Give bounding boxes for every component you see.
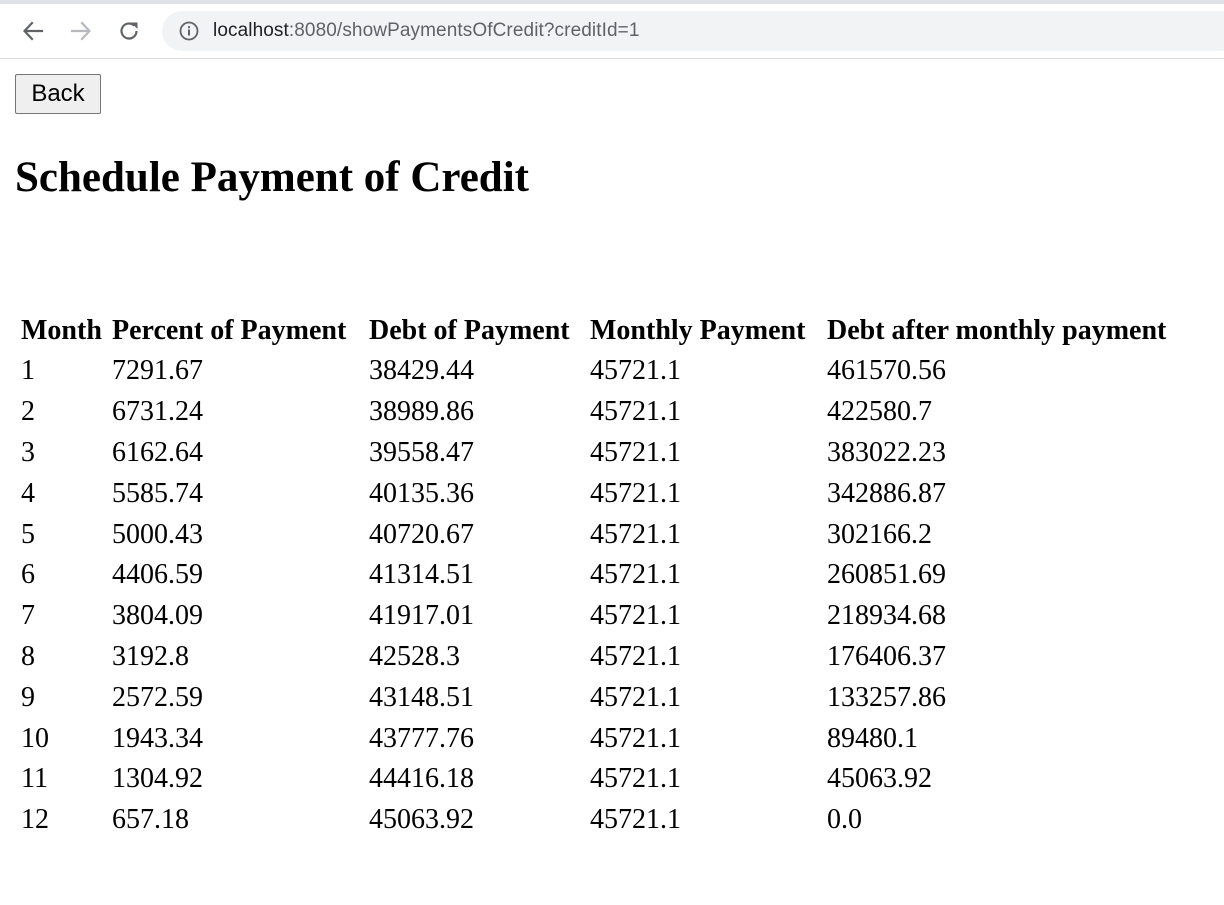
reload-button[interactable] xyxy=(112,14,146,48)
cell-month: 8 xyxy=(21,640,35,672)
info-icon[interactable] xyxy=(179,21,199,41)
cell-percent-of-payment: 1943.34 xyxy=(112,722,203,754)
cell-percent-of-payment: 5000.43 xyxy=(112,518,203,550)
cell-monthly-payment: 45721.1 xyxy=(590,477,681,509)
table-row: 4 5585.74 40135.36 45721.1 342886.87 xyxy=(20,474,1167,513)
header-monthly-payment: Monthly Payment xyxy=(590,315,806,346)
cell-debt-of-payment: 42528.3 xyxy=(369,640,460,672)
arrow-left-icon xyxy=(22,21,44,41)
cell-debt-of-payment: 45063.92 xyxy=(369,804,474,836)
arrow-right-icon xyxy=(70,21,92,41)
table-body: 1 7291.67 38429.44 45721.1 461570.56 2 6731.24… xyxy=(20,352,1167,840)
table-row: 7 3804.09 41917.01 45721.1 218934.68 xyxy=(20,597,1167,636)
cell-monthly-payment: 45721.1 xyxy=(590,559,681,591)
cell-monthly-payment: 45721.1 xyxy=(590,804,681,836)
cell-percent-of-payment: 3804.09 xyxy=(112,600,203,632)
cell-debt-of-payment: 40135.36 xyxy=(369,477,474,509)
cell-debt-of-payment: 38429.44 xyxy=(369,355,474,387)
cell-month: 4 xyxy=(21,477,35,509)
cell-monthly-payment: 45721.1 xyxy=(590,763,681,795)
cell-debt-after-payment: 342886.87 xyxy=(827,477,946,509)
url-path: :8080/showPaymentsOfCredit?creditId=1 xyxy=(288,20,640,41)
cell-debt-after-payment: 461570.56 xyxy=(827,355,946,387)
header-percent-of-payment: Percent of Payment xyxy=(112,315,347,346)
page-content: Back Schedule Payment of Credit Month Pe… xyxy=(0,60,1224,905)
cell-debt-of-payment: 43148.51 xyxy=(369,681,474,713)
cell-debt-of-payment: 39558.47 xyxy=(369,436,474,468)
cell-debt-of-payment: 40720.67 xyxy=(369,518,474,550)
cell-month: 11 xyxy=(21,763,48,795)
cell-month: 7 xyxy=(21,600,35,632)
cell-month: 1 xyxy=(21,355,35,387)
page-title: Schedule Payment of Credit xyxy=(15,154,529,201)
back-button[interactable]: Back xyxy=(15,74,101,114)
cell-monthly-payment: 45721.1 xyxy=(590,600,681,632)
table-row: 9 2572.59 43148.51 45721.1 133257.86 xyxy=(20,678,1167,717)
cell-percent-of-payment: 6731.24 xyxy=(112,396,203,428)
cell-monthly-payment: 45721.1 xyxy=(590,436,681,468)
cell-debt-after-payment: 133257.86 xyxy=(827,681,946,713)
table-row: 11 1304.92 44416.18 45721.1 45063.92 xyxy=(20,760,1167,799)
cell-debt-of-payment: 43777.76 xyxy=(369,722,474,754)
cell-debt-after-payment: 0.0 xyxy=(827,804,862,836)
cell-monthly-payment: 45721.1 xyxy=(590,396,681,428)
cell-debt-after-payment: 422580.7 xyxy=(827,396,932,428)
cell-debt-after-payment: 176406.37 xyxy=(827,640,946,672)
address-bar[interactable]: localhost:8080/showPaymentsOfCredit?cred… xyxy=(162,11,1224,51)
table-row: 3 6162.64 39558.47 45721.1 383022.23 xyxy=(20,434,1167,473)
cell-month: 3 xyxy=(21,436,35,468)
table-row: 5 5000.43 40720.67 45721.1 302166.2 xyxy=(20,515,1167,554)
table-row: 1 7291.67 38429.44 45721.1 461570.56 xyxy=(20,352,1167,391)
cell-month: 9 xyxy=(21,681,35,713)
cell-monthly-payment: 45721.1 xyxy=(590,355,681,387)
forward-nav-button[interactable] xyxy=(64,14,98,48)
cell-debt-after-payment: 260851.69 xyxy=(827,559,946,591)
cell-percent-of-payment: 6162.64 xyxy=(112,436,203,468)
cell-monthly-payment: 45721.1 xyxy=(590,518,681,550)
cell-percent-of-payment: 2572.59 xyxy=(112,681,203,713)
cell-monthly-payment: 45721.1 xyxy=(590,640,681,672)
cell-debt-of-payment: 44416.18 xyxy=(369,763,474,795)
payment-schedule-table: Month Percent of Payment Debt of Payment… xyxy=(18,310,1169,842)
cell-debt-of-payment: 41917.01 xyxy=(369,600,474,632)
table-row: 12 657.18 45063.92 45721.1 0.0 xyxy=(20,801,1167,840)
table-row: 10 1943.34 43777.76 45721.1 89480.1 xyxy=(20,719,1167,758)
table-row: 8 3192.8 42528.3 45721.1 176406.37 xyxy=(20,638,1167,677)
cell-month: 12 xyxy=(21,804,49,836)
cell-percent-of-payment: 1304.92 xyxy=(112,763,203,795)
cell-debt-after-payment: 383022.23 xyxy=(827,436,946,468)
header-month: Month xyxy=(21,315,102,346)
url-text[interactable]: localhost:8080/showPaymentsOfCredit?cred… xyxy=(213,20,640,42)
cell-percent-of-payment: 3192.8 xyxy=(112,640,189,672)
cell-month: 2 xyxy=(21,396,35,428)
back-nav-button[interactable] xyxy=(16,14,50,48)
reload-icon xyxy=(120,22,138,40)
header-debt-of-payment: Debt of Payment xyxy=(369,315,570,346)
header-debt-after-payment: Debt after monthly payment xyxy=(827,315,1167,346)
cell-debt-after-payment: 218934.68 xyxy=(827,600,946,632)
cell-monthly-payment: 45721.1 xyxy=(590,722,681,754)
cell-month: 5 xyxy=(21,518,35,550)
cell-month: 10 xyxy=(21,722,49,754)
cell-debt-after-payment: 45063.92 xyxy=(827,763,932,795)
table-header-row: Month Percent of Payment Debt of Payment… xyxy=(20,312,1167,350)
cell-percent-of-payment: 657.18 xyxy=(112,804,189,836)
cell-percent-of-payment: 5585.74 xyxy=(112,477,203,509)
cell-debt-after-payment: 89480.1 xyxy=(827,722,918,754)
cell-debt-of-payment: 41314.51 xyxy=(369,559,474,591)
table-row: 2 6731.24 38989.86 45721.1 422580.7 xyxy=(20,393,1167,432)
table-row: 6 4406.59 41314.51 45721.1 260851.69 xyxy=(20,556,1167,595)
url-host: localhost xyxy=(213,20,289,41)
cell-monthly-payment: 45721.1 xyxy=(590,681,681,713)
cell-month: 6 xyxy=(21,559,35,591)
cell-debt-of-payment: 38989.86 xyxy=(369,396,474,428)
cell-percent-of-payment: 7291.67 xyxy=(112,355,203,387)
cell-debt-after-payment: 302166.2 xyxy=(827,518,932,550)
browser-toolbar: localhost:8080/showPaymentsOfCredit?cred… xyxy=(0,0,1224,59)
cell-percent-of-payment: 4406.59 xyxy=(112,559,203,591)
